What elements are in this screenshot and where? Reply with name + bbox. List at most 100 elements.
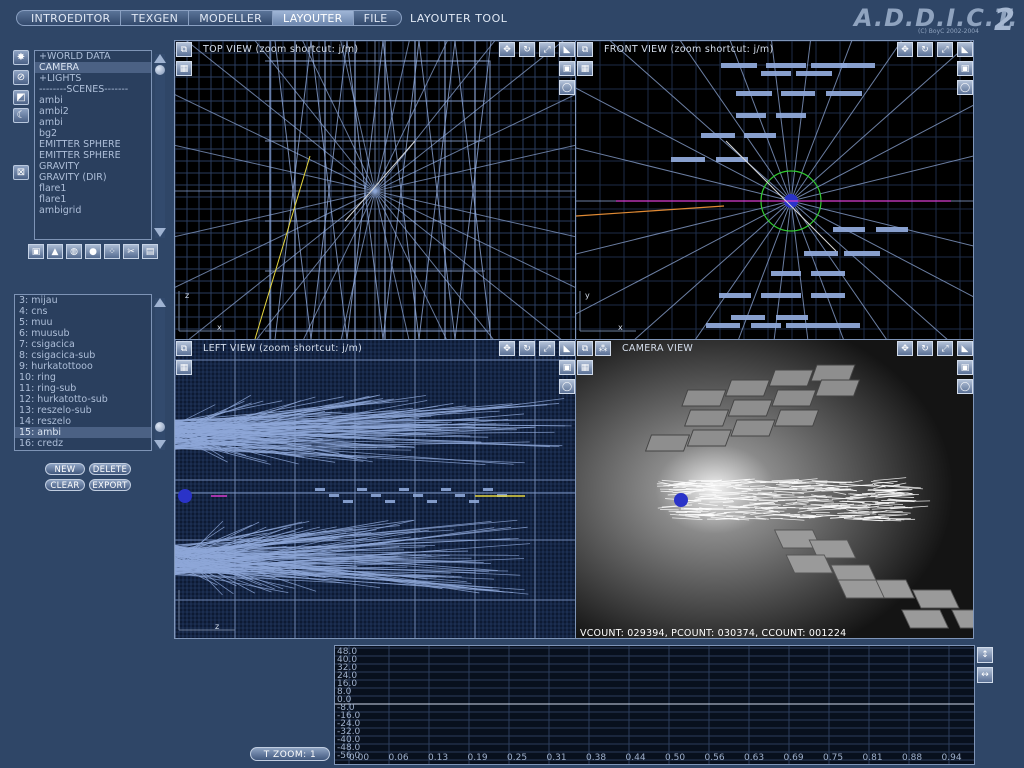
zoom-icon[interactable]: ⤢ — [539, 341, 555, 356]
list-item[interactable]: flare1 — [35, 194, 151, 205]
list-item[interactable]: 9: hurkatottooo — [15, 361, 151, 372]
zoom-icon[interactable]: ⤢ — [937, 341, 953, 356]
cylinder-icon[interactable]: ◍ — [66, 244, 82, 259]
menu-tab-introeditor[interactable]: INTROEDITOR — [16, 10, 121, 26]
move-icon[interactable]: ✥ — [499, 341, 515, 356]
view-select-icon[interactable]: ◣ — [559, 42, 575, 57]
snap-icon[interactable]: ▣ — [559, 61, 575, 76]
grid-icon[interactable]: ▦ — [176, 360, 192, 375]
list-item[interactable]: 11: ring-sub — [15, 383, 151, 394]
rotate-icon[interactable]: ↻ — [917, 341, 933, 356]
maximize-icon[interactable]: ⧉ — [577, 341, 593, 356]
view-select-icon[interactable]: ◣ — [559, 341, 575, 356]
list-item[interactable]: 8: csigacica-sub — [15, 350, 151, 361]
rotate-icon[interactable]: ↻ — [519, 42, 535, 57]
rotate-icon[interactable]: ↻ — [917, 42, 933, 57]
list-item[interactable]: +LIGHTS — [35, 73, 151, 84]
view-select-icon[interactable]: ◣ — [957, 42, 973, 57]
move-icon[interactable]: ✥ — [897, 42, 913, 57]
list-item[interactable]: ambi — [35, 95, 151, 106]
scene-list[interactable]: 3: mijau 4: cns 5: muu 6: muusub 7: csigacic… — [14, 294, 152, 451]
gradient-icon[interactable]: ◩ — [13, 90, 29, 105]
world-list-scrollbar[interactable] — [154, 54, 166, 238]
camera-select-icon[interactable]: ⁂ — [595, 341, 611, 356]
sun-icon[interactable]: ✸ — [13, 50, 29, 65]
snap-icon[interactable]: ▣ — [957, 61, 973, 76]
camera-view-viewport[interactable]: CAMERA VIEW VCOUNT: 029394, PCOUNT: 0303… — [575, 339, 974, 639]
particle-icon[interactable]: ⁘ — [104, 244, 120, 259]
cone-icon[interactable]: ▲ — [47, 244, 63, 259]
scissors-icon[interactable]: ✂ — [123, 244, 139, 259]
snap-icon[interactable]: ▣ — [957, 360, 973, 375]
ortho-icon[interactable]: ◯ — [957, 80, 973, 95]
zoom-icon[interactable]: ⤢ — [937, 42, 953, 57]
list-item[interactable]: ambigrid — [35, 205, 151, 216]
zoom-icon[interactable]: ⤢ — [539, 42, 555, 57]
list-item[interactable]: ambi — [35, 117, 151, 128]
grid-icon[interactable]: ▦ — [577, 360, 593, 375]
horizontal-resize-icon[interactable]: ↔ — [977, 667, 993, 683]
scroll-up-icon[interactable] — [154, 54, 166, 63]
scroll-thumb[interactable] — [155, 422, 165, 432]
list-item[interactable]: GRAVITY — [35, 161, 151, 172]
move-icon[interactable]: ✥ — [897, 341, 913, 356]
list-item[interactable]: bg2 — [35, 128, 151, 139]
list-item[interactable]: +WORLD DATA — [35, 51, 151, 62]
list-item[interactable]: 14: reszelo — [15, 416, 151, 427]
left-view-viewport[interactable]: LEFT VIEW (zoom shortcut: j/m) z — [174, 339, 576, 639]
menu-tab-modeller[interactable]: MODELLER — [188, 10, 273, 26]
list-item[interactable]: 5: muu — [15, 317, 151, 328]
world-data-list[interactable]: +WORLD DATA CAMERA +LIGHTS --------SCENES--… — [34, 50, 152, 240]
timeline-graph[interactable]: 48.0 40.0 32.0 24.0 16.0 8.0 0.0 -8.0 -16.0 -24.0… — [334, 645, 975, 765]
save-icon[interactable]: ▤ — [142, 244, 158, 259]
front-view-viewport[interactable]: FRONT VIEW (zoom shortcut: j/m) y x — [575, 40, 974, 340]
scene-list-scrollbar[interactable] — [154, 298, 166, 450]
rotate-icon[interactable]: ↻ — [519, 341, 535, 356]
list-item[interactable]: GRAVITY (DIR) — [35, 172, 151, 183]
list-item[interactable]: 12: hurkatotto-sub — [15, 394, 151, 405]
list-item[interactable]: 6: muusub — [15, 328, 151, 339]
list-item[interactable]: 10: ring — [15, 372, 151, 383]
list-item[interactable]: 16: credz — [15, 438, 151, 449]
maximize-icon[interactable]: ⧉ — [176, 341, 192, 356]
list-item[interactable]: EMITTER SPHERE — [35, 150, 151, 161]
menu-tab-layouter[interactable]: LAYOUTER — [272, 10, 353, 26]
scroll-up-icon[interactable] — [154, 298, 166, 307]
grid-icon[interactable]: ▦ — [176, 61, 192, 76]
list-item[interactable]: 4: cns — [15, 306, 151, 317]
maximize-icon[interactable]: ⧉ — [577, 42, 593, 57]
delete-button[interactable]: DELETE — [89, 463, 131, 475]
menu-tab-texgen[interactable]: TEXGEN — [120, 10, 189, 26]
grid-icon[interactable]: ▦ — [577, 61, 593, 76]
export-button[interactable]: EXPORT — [89, 479, 131, 491]
list-item[interactable]: CAMERA — [35, 62, 151, 73]
snap-icon[interactable]: ▣ — [559, 360, 575, 375]
list-item[interactable]: 7: csigacica — [15, 339, 151, 350]
view-select-icon[interactable]: ◣ — [957, 341, 973, 356]
sphere-icon[interactable]: ● — [85, 244, 101, 259]
list-item[interactable]: 13: reszelo-sub — [15, 405, 151, 416]
scroll-down-icon[interactable] — [154, 440, 166, 449]
list-item[interactable]: 3: mijau — [15, 295, 151, 306]
top-view-viewport[interactable]: TOP VIEW (zoom shortcut: j/m) z x — [174, 40, 576, 340]
new-button[interactable]: NEW — [45, 463, 85, 475]
list-item[interactable]: flare1 — [35, 183, 151, 194]
move-icon[interactable]: ✥ — [499, 42, 515, 57]
list-item[interactable]: 15: ambi — [15, 427, 151, 438]
list-item[interactable]: EMITTER SPHERE — [35, 139, 151, 150]
scroll-down-icon[interactable] — [154, 228, 166, 237]
scroll-thumb[interactable] — [155, 65, 165, 75]
menu-tab-file[interactable]: FILE — [352, 10, 403, 26]
clear-button[interactable]: CLEAR — [45, 479, 85, 491]
moon-icon[interactable]: ☾ — [13, 108, 29, 123]
close-box-icon[interactable]: ⊠ — [13, 165, 29, 180]
ortho-icon[interactable]: ◯ — [957, 379, 973, 394]
maximize-icon[interactable]: ⧉ — [176, 42, 192, 57]
vertical-resize-icon[interactable]: ↕ — [977, 647, 993, 663]
time-zoom-control[interactable]: T ZOOM: 1 — [250, 747, 330, 761]
ortho-icon[interactable]: ◯ — [559, 80, 575, 95]
ortho-icon[interactable]: ◯ — [559, 379, 575, 394]
cube-icon[interactable]: ▣ — [28, 244, 44, 259]
list-item[interactable]: --------SCENES------- — [35, 84, 151, 95]
forbid-icon[interactable]: ⊘ — [13, 70, 29, 85]
